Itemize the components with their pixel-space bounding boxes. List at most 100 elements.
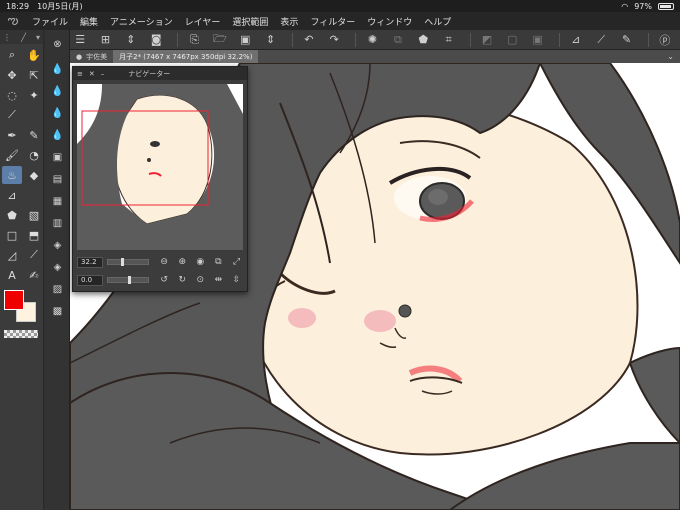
- layers-icon[interactable]: ◈: [45, 234, 70, 256]
- clear-2-icon[interactable]: ▣: [527, 31, 547, 49]
- help-icon[interactable]: ⓟ: [655, 31, 675, 49]
- chevron-down-icon[interactable]: ⌄: [667, 52, 674, 61]
- copy-icon[interactable]: ⧉: [388, 31, 408, 49]
- new-layer-icon[interactable]: ⊞: [95, 31, 115, 49]
- menu-layer[interactable]: レイヤー: [179, 15, 227, 28]
- command-bar: ☰ ⊞ ⇕ ◙ ⎘ 🗁 ▣ ⇕ ↶ ↷ ✺ ⧉ ⬟ ⌗ ◩ ▢ ▣ ⊿ ⟋ ✎ …: [70, 30, 680, 50]
- rotation-slider[interactable]: [107, 276, 149, 284]
- history-icon[interactable]: ▨: [45, 278, 70, 300]
- undo-icon[interactable]: ↶: [299, 31, 319, 49]
- rotation-slider-knob[interactable]: [128, 276, 132, 284]
- menu-file[interactable]: ファイル: [26, 15, 74, 28]
- fill-icon[interactable]: ⬟: [413, 31, 433, 49]
- zoom-tool-icon[interactable]: ⌕: [2, 46, 22, 64]
- transparent-color-swatch[interactable]: [4, 330, 38, 338]
- open-folder-icon[interactable]: 🗁: [210, 31, 230, 49]
- grip-icon[interactable]: ⋮: [3, 33, 11, 42]
- close-icon[interactable]: ✕: [89, 70, 95, 78]
- fit-window-icon[interactable]: ⤢: [230, 256, 243, 268]
- save-icon[interactable]: ▣: [235, 31, 255, 49]
- rotate-right-icon[interactable]: ↻: [176, 274, 189, 286]
- line-tool-icon[interactable]: ⟋: [24, 246, 44, 264]
- canvas-tab-bar: ● 宇佐美 月子2* (7467 x 7467px 350dpi 32.2%) …: [70, 50, 680, 63]
- menu-edit[interactable]: 編集: [74, 15, 104, 28]
- zoom-slider[interactable]: [107, 258, 149, 266]
- layers-2-icon[interactable]: ◈: [45, 256, 70, 278]
- main-color-swatch[interactable]: [4, 290, 24, 310]
- status-battery: 97%: [634, 1, 652, 11]
- object-select-icon[interactable]: ⇱: [24, 66, 44, 84]
- close-panel-icon[interactable]: ⊗: [45, 30, 70, 58]
- menu-icon[interactable]: ☰: [70, 31, 90, 49]
- zoom-value[interactable]: 32.2: [77, 256, 104, 268]
- tool-property-icon[interactable]: ▣: [45, 146, 70, 168]
- minimize-icon[interactable]: –: [101, 70, 105, 78]
- camera-icon[interactable]: ◙: [146, 31, 166, 49]
- airbrush-tool-icon[interactable]: ♨: [2, 166, 22, 184]
- updown-icon[interactable]: ⇕: [121, 31, 141, 49]
- tool-panel-pen-icon[interactable]: ╱: [21, 33, 26, 42]
- shape-tool-icon[interactable]: ⬒: [24, 226, 44, 244]
- color-drops-icon[interactable]: 💧: [45, 58, 70, 80]
- menu-selection[interactable]: 選択範囲: [226, 15, 274, 28]
- hand-tool-icon[interactable]: ✋: [24, 46, 44, 64]
- tab-tsukiko[interactable]: 月子2* (7467 x 7467px 350dpi 32.2%): [113, 50, 259, 63]
- tab-usami[interactable]: ● 宇佐美: [70, 50, 113, 63]
- rect-tool-icon[interactable]: □: [2, 226, 22, 244]
- zoom-slider-knob[interactable]: [121, 258, 124, 266]
- navigator-title-bar[interactable]: ≡ ✕ – ナビゲーター: [73, 67, 247, 80]
- zoom-in-icon[interactable]: ⊕: [176, 256, 189, 268]
- status-date: 10月5日(月): [37, 1, 83, 11]
- layer-property-icon[interactable]: ▦: [45, 190, 70, 212]
- balloon-tool-icon[interactable]: ✍: [24, 266, 44, 284]
- new-file-icon[interactable]: ⎘: [184, 31, 204, 49]
- move-tool-icon[interactable]: ✥: [2, 66, 22, 84]
- text-tool-icon[interactable]: A: [2, 266, 22, 284]
- gradient-tool-icon[interactable]: ▧: [24, 206, 44, 224]
- navigator-preview[interactable]: [77, 84, 243, 250]
- material-icon[interactable]: ▤: [45, 168, 70, 190]
- color-drops-2-icon[interactable]: 💧: [45, 80, 70, 102]
- chevron-down-icon[interactable]: ▾: [36, 33, 40, 42]
- flip-vertical-icon[interactable]: ⇳: [230, 274, 243, 286]
- ruler-tool-icon[interactable]: ◿: [2, 246, 22, 264]
- reset-rotation-icon[interactable]: ⊙: [194, 274, 207, 286]
- navigator-panel-icon[interactable]: ▩: [45, 300, 70, 322]
- fill-tool-icon[interactable]: ⬟: [2, 206, 22, 224]
- brush-icon[interactable]: ⟋: [591, 31, 611, 49]
- clear-icon[interactable]: ▢: [502, 31, 522, 49]
- menu-animation[interactable]: アニメーション: [104, 15, 179, 28]
- menu-help[interactable]: ヘルプ: [418, 15, 457, 28]
- brush-tool-icon[interactable]: 🖌: [2, 146, 22, 164]
- redo-icon[interactable]: ↷: [324, 31, 344, 49]
- lasso-tool-icon[interactable]: ◌: [2, 86, 22, 104]
- fit-icon[interactable]: ◉: [194, 256, 207, 268]
- pen-tool-icon[interactable]: ✒: [2, 126, 22, 144]
- grip-icon[interactable]: ≡: [77, 70, 83, 78]
- loading-icon[interactable]: ✺: [362, 31, 382, 49]
- smudge-tool-icon[interactable]: ⊿: [2, 186, 22, 204]
- color-drops-4-icon[interactable]: 💧: [45, 124, 70, 146]
- menu-window[interactable]: ウィンドウ: [361, 15, 418, 28]
- eraser-tool-icon[interactable]: ◆: [24, 166, 44, 184]
- rotation-value[interactable]: 0.0: [77, 274, 104, 286]
- flip-horizontal-icon[interactable]: ⇹: [212, 274, 225, 286]
- pencil-tool-icon[interactable]: ✎: [24, 126, 44, 144]
- app-logo-icon[interactable]: ఌ: [0, 13, 26, 30]
- auto-select-tool-icon[interactable]: ✦: [24, 86, 44, 104]
- eyedropper-tool-icon[interactable]: ⟋: [2, 106, 22, 124]
- blend-tool-icon[interactable]: ◔: [24, 146, 44, 164]
- actual-size-icon[interactable]: ⧉: [212, 256, 225, 268]
- zoom-out-icon[interactable]: ⊖: [158, 256, 171, 268]
- color-drops-3-icon[interactable]: 💧: [45, 102, 70, 124]
- navigator-title: ナビゲーター: [128, 69, 171, 78]
- pen-icon[interactable]: ✎: [616, 31, 636, 49]
- crop-icon[interactable]: ⌗: [438, 31, 458, 49]
- invert-icon[interactable]: ◩: [477, 31, 497, 49]
- menu-view[interactable]: 表示: [274, 15, 304, 28]
- save-updown-icon[interactable]: ⇕: [260, 31, 280, 49]
- menu-filter[interactable]: フィルター: [304, 15, 361, 28]
- rotate-left-icon[interactable]: ↺: [158, 274, 171, 286]
- sub-tool-icon[interactable]: ▥: [45, 212, 70, 234]
- ruler-icon[interactable]: ⊿: [566, 31, 586, 49]
